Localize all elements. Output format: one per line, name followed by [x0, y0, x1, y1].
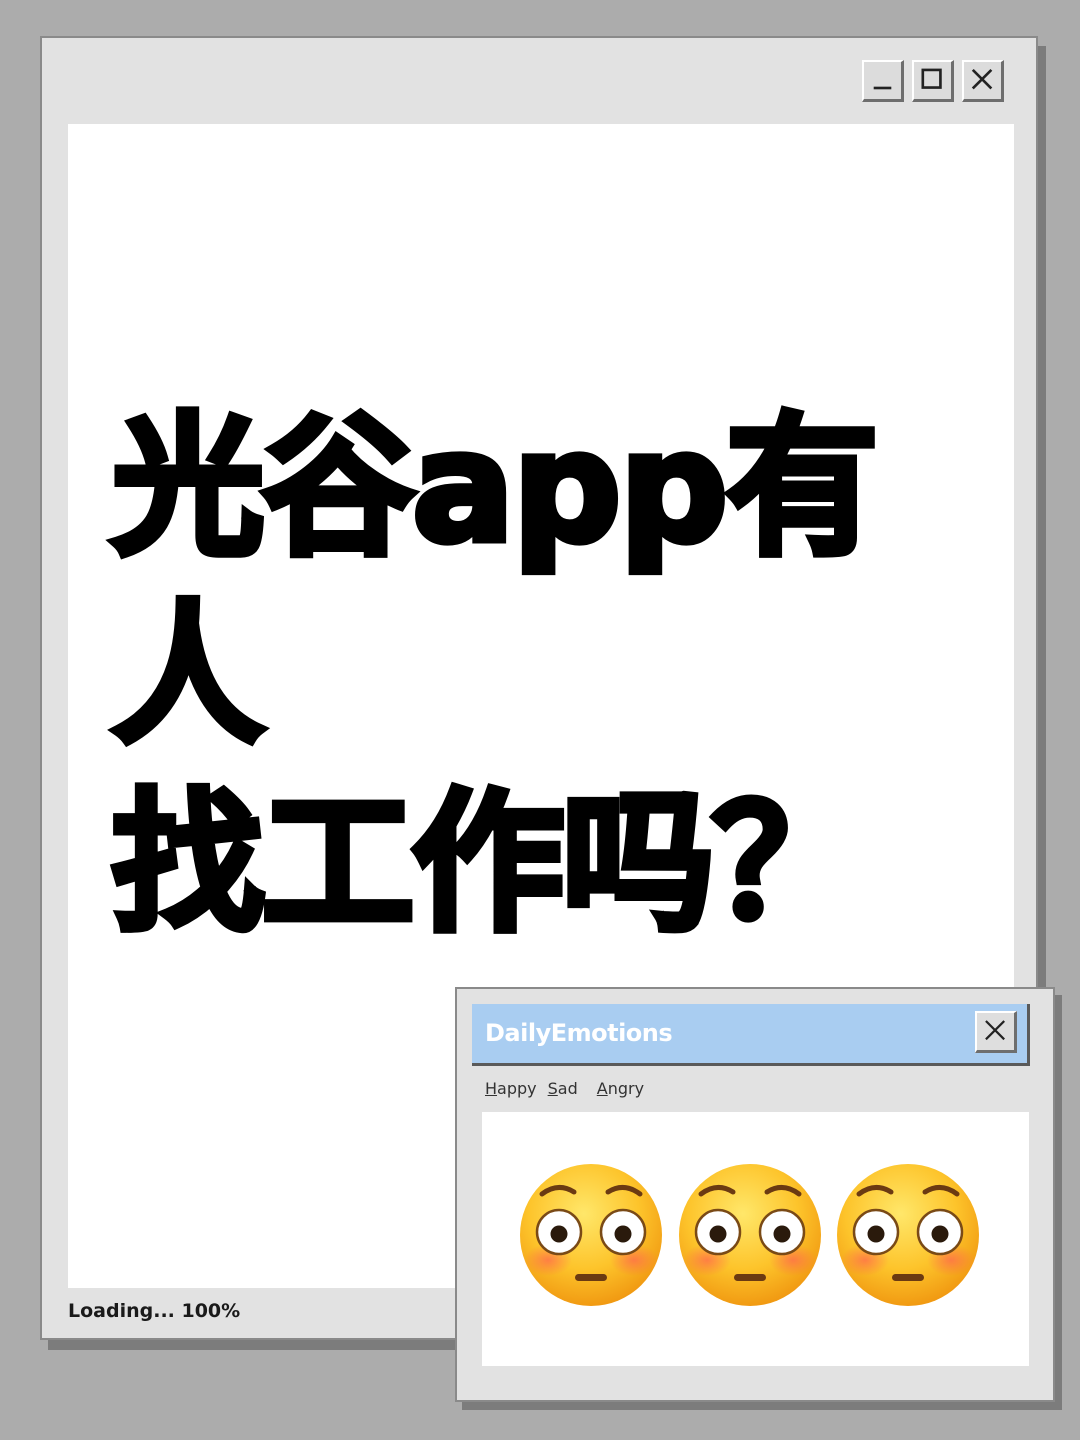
dialog-titlebar[interactable]: DailyEmotions — [472, 1004, 1030, 1066]
dialog-menubar: Happy Sad Angry — [485, 1079, 644, 1098]
close-icon — [985, 1020, 1005, 1041]
headline-line-1: 光谷app有人 — [108, 396, 881, 768]
menu-item-happy[interactable]: Happy — [485, 1079, 537, 1098]
maximize-icon — [921, 68, 942, 89]
loading-status: Loading... 100% — [68, 1300, 241, 1322]
daily-emotions-dialog: DailyEmotions Happy Sad Angry — [455, 987, 1055, 1402]
minimize-icon — [873, 86, 892, 90]
close-button[interactable] — [962, 60, 1004, 102]
headline: 光谷app有人 找工作吗？ — [108, 394, 992, 958]
close-icon — [971, 68, 993, 90]
menu-item-sad[interactable]: Sad — [548, 1079, 578, 1098]
window-controls — [862, 60, 1004, 102]
minimize-button[interactable] — [862, 60, 904, 102]
emoji-panel — [482, 1112, 1029, 1366]
headline-line-2: 找工作吗？ — [109, 772, 868, 956]
flushed-face-icon — [518, 1162, 664, 1308]
dialog-title: DailyEmotions — [485, 1019, 673, 1047]
flushed-face-icon — [835, 1162, 981, 1308]
dialog-close-button[interactable] — [975, 1011, 1017, 1053]
maximize-button[interactable] — [912, 60, 954, 102]
menu-item-angry[interactable]: Angry — [597, 1079, 644, 1098]
flushed-face-icon — [677, 1162, 823, 1308]
